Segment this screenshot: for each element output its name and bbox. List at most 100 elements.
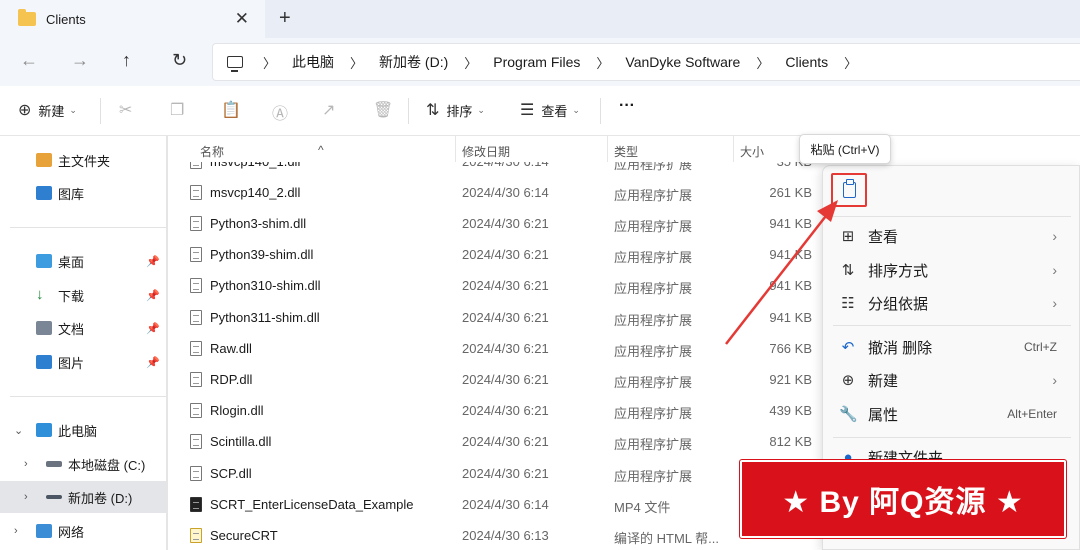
column-date[interactable]: 修改日期 (462, 143, 510, 160)
column-divider[interactable] (733, 136, 734, 162)
delete-button[interactable]: 🗑 (373, 100, 400, 120)
menu-item-label: 属性 (868, 406, 899, 424)
column-type[interactable]: 类型 (614, 143, 638, 160)
new-button[interactable]: ⊕ 新建 ⌄ (18, 100, 77, 120)
sidebar-item-drive-d[interactable]: › 新加卷 (D:) (0, 481, 166, 513)
new-tab-button[interactable]: + (279, 7, 291, 30)
file-row[interactable]: RDP.dll 2024/4/30 6:21 应用程序扩展 921 KB (168, 364, 828, 395)
file-row[interactable]: Rlogin.dll 2024/4/30 6:21 应用程序扩展 439 KB (168, 395, 828, 426)
chevron-right-icon[interactable]: › (24, 458, 28, 470)
help-file-icon (190, 528, 202, 543)
chevron-right-icon[interactable]: 〉 (350, 53, 363, 72)
wrench-icon: 🔧 (839, 406, 858, 423)
column-divider[interactable] (607, 136, 608, 162)
menu-item-group[interactable]: ☷ 分组依据 › (823, 286, 1080, 320)
menu-item-shortcut: Alt+Enter (1007, 407, 1057, 421)
file-type: 应用程序扩展 (614, 344, 693, 359)
view-button[interactable]: ☰ 查看 ⌄ (520, 100, 580, 120)
sidebar-divider (10, 396, 166, 397)
share-button[interactable]: ↗ (322, 100, 342, 120)
paste-button[interactable] (831, 173, 867, 207)
sidebar-item-gallery[interactable]: 图库 (0, 177, 166, 209)
file-row[interactable]: SCRT_EnterLicenseData_Example 2024/4/30 … (168, 489, 828, 520)
up-button[interactable]: ↑ (122, 50, 131, 71)
menu-item-view[interactable]: ⊞ 查看 › (823, 219, 1080, 253)
chevron-right-icon[interactable]: › (24, 491, 28, 503)
column-name[interactable]: 名称 (200, 143, 224, 160)
pin-icon[interactable]: 📌 (146, 255, 160, 268)
sidebar-item-desktop[interactable]: 桌面 📌 (0, 245, 166, 277)
chevron-right-icon[interactable]: › (14, 525, 18, 537)
more-options-button[interactable]: ··· (619, 97, 635, 115)
sort-label: 排序 (446, 103, 473, 119)
new-label: 新建 (38, 103, 65, 119)
sidebar-item-documents[interactable]: 文档 📌 (0, 312, 166, 344)
file-date: 2024/4/30 6:14 (462, 497, 549, 512)
file-row[interactable]: Python39-shim.dll 2024/4/30 6:21 应用程序扩展 … (168, 239, 828, 270)
file-icon (190, 403, 202, 418)
refresh-button[interactable]: ↻ (172, 50, 187, 71)
pin-icon[interactable]: 📌 (146, 289, 160, 302)
file-row[interactable]: Python311-shim.dll 2024/4/30 6:21 应用程序扩展… (168, 302, 828, 333)
chevron-right-icon[interactable]: 〉 (756, 53, 769, 72)
column-header: ^ 名称 修改日期 类型 大小 (168, 136, 828, 162)
file-icon (190, 372, 202, 387)
file-row[interactable]: SCP.dll 2024/4/30 6:21 应用程序扩展 (168, 458, 828, 489)
command-bar: ⊕ 新建 ⌄ ✂ ❐ 📋 Ⓐ ↗ 🗑 ⇅ 排序 ⌄ ☰ 查看 ⌄ ··· (0, 86, 1080, 136)
address-bar[interactable]: 〉 此电脑 〉 新加卷 (D:) 〉 Program Files 〉 VanDy… (212, 43, 1080, 81)
sidebar-item-label: 主文件夹 (58, 153, 111, 169)
sidebar-item-drive-c[interactable]: › 本地磁盘 (C:) (0, 448, 166, 480)
file-row[interactable]: msvcp140_2.dll 2024/4/30 6:14 应用程序扩展 261… (168, 177, 828, 208)
sidebar-item-this-pc[interactable]: ⌄ 此电脑 (0, 414, 166, 446)
chevron-right-icon[interactable]: 〉 (464, 53, 477, 72)
file-name: Python310-shim.dll (210, 278, 321, 293)
file-row[interactable]: Python3-shim.dll 2024/4/30 6:21 应用程序扩展 9… (168, 208, 828, 239)
sidebar-item-home[interactable]: 主文件夹 (0, 144, 166, 176)
back-button[interactable]: ← (20, 50, 38, 71)
pin-icon[interactable]: 📌 (146, 356, 160, 369)
menu-item-new[interactable]: ⊕ 新建 › (823, 363, 1080, 397)
clipboard-icon: 📋 (221, 102, 241, 119)
file-date: 2024/4/30 6:21 (462, 372, 549, 387)
toolbar-divider (600, 98, 601, 124)
menu-item-properties[interactable]: 🔧 属性 Alt+Enter (823, 397, 1080, 431)
sidebar-item-downloads[interactable]: ↓ 下载 📌 (0, 279, 166, 311)
column-divider[interactable] (455, 136, 456, 162)
chevron-right-icon[interactable]: 〉 (263, 53, 276, 72)
menu-item-undo[interactable]: ↶ 撤消 删除 Ctrl+Z (823, 330, 1080, 364)
pin-icon[interactable]: 📌 (146, 322, 160, 335)
paste-toolbar-button[interactable]: 📋 (221, 100, 248, 120)
close-tab-icon[interactable]: ✕ (235, 9, 249, 29)
rename-button[interactable]: Ⓐ (272, 100, 295, 124)
breadcrumb-drive-d[interactable]: 新加卷 (D:) (379, 52, 448, 72)
chevron-right-icon[interactable]: 〉 (596, 53, 609, 72)
sort-icon: ⇅ (841, 262, 855, 279)
file-name: Python3-shim.dll (210, 216, 307, 231)
chevron-down-icon[interactable]: ⌄ (14, 424, 23, 437)
file-row[interactable]: SecureCRT 2024/4/30 6:13 编译的 HTML 帮... (168, 520, 828, 550)
file-type: 应用程序扩展 (614, 469, 693, 484)
file-date: 2024/4/30 6:21 (462, 403, 549, 418)
menu-item-sort[interactable]: ⇅ 排序方式 › (823, 253, 1080, 287)
breadcrumb-vandyke[interactable]: VanDyke Software (625, 54, 740, 70)
file-type: 应用程序扩展 (614, 250, 693, 265)
file-row[interactable]: Raw.dll 2024/4/30 6:21 应用程序扩展 766 KB (168, 333, 828, 364)
file-type: 应用程序扩展 (614, 406, 693, 421)
sort-button[interactable]: ⇅ 排序 ⌄ (426, 100, 485, 120)
tab-clients[interactable]: Clients ✕ (0, 0, 265, 38)
file-icon (190, 278, 202, 293)
cut-button[interactable]: ✂ (119, 100, 139, 120)
sidebar-item-network[interactable]: › 网络 (0, 515, 166, 547)
sidebar-item-label: 文档 (58, 321, 85, 337)
file-row[interactable]: Python310-shim.dll 2024/4/30 6:21 应用程序扩展… (168, 270, 828, 301)
breadcrumb-program-files[interactable]: Program Files (493, 54, 580, 70)
plus-circle-icon: ⊕ (18, 102, 32, 119)
breadcrumb-this-pc[interactable]: 此电脑 (292, 52, 334, 72)
copy-button[interactable]: ❐ (170, 100, 191, 120)
column-size[interactable]: 大小 (740, 143, 764, 160)
sidebar-item-pictures[interactable]: 图片 📌 (0, 346, 166, 378)
chevron-right-icon[interactable]: 〉 (844, 53, 857, 72)
breadcrumb-clients[interactable]: Clients (785, 54, 828, 70)
forward-button[interactable]: → (71, 50, 89, 71)
file-row[interactable]: Scintilla.dll 2024/4/30 6:21 应用程序扩展 812 … (168, 426, 828, 457)
